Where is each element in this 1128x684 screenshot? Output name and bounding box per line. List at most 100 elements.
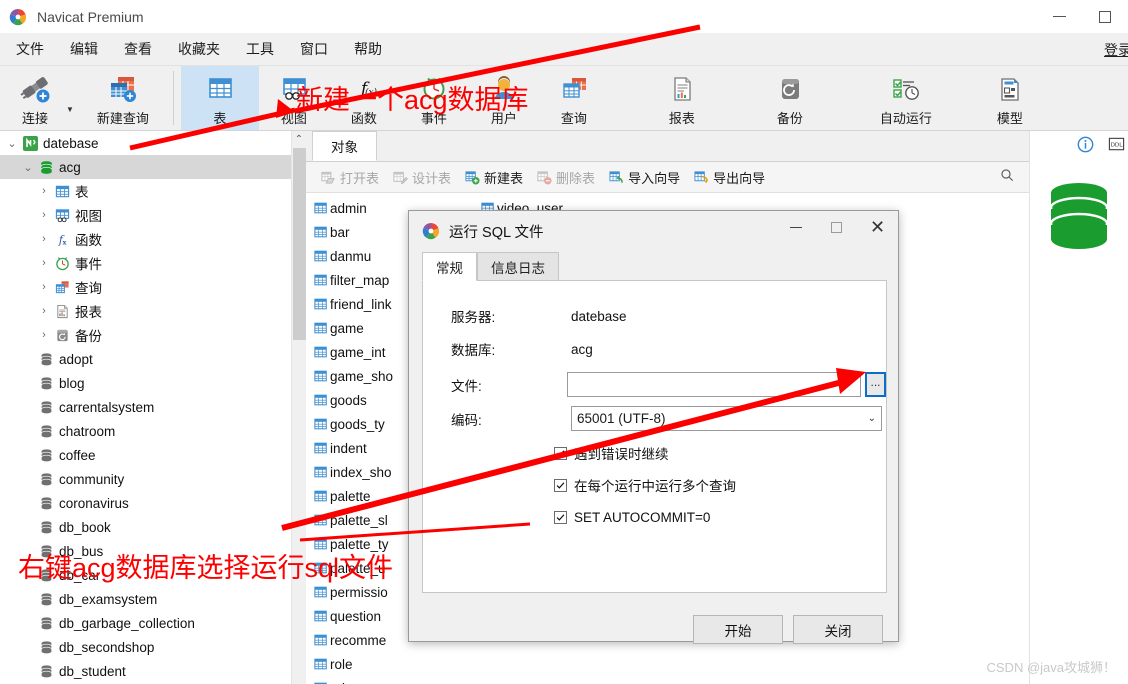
minimize-button[interactable] <box>1036 0 1082 33</box>
tab-objects[interactable]: 对象 <box>312 131 377 161</box>
table-list-item[interactable]: game_sho <box>312 364 398 388</box>
import-wizard-button[interactable]: 导入向导 <box>602 164 687 190</box>
table-list-item[interactable]: index_sho <box>312 460 398 484</box>
tree-database-item[interactable]: db_examsystem <box>0 587 291 611</box>
ribbon-tab-model[interactable]: 模型 <box>975 66 1045 130</box>
browse-file-button[interactable]: ... <box>865 372 886 397</box>
ddl-icon[interactable]: DDL <box>1108 136 1125 156</box>
menu-favorites[interactable]: 收藏夹 <box>165 33 233 66</box>
tree-database-item[interactable]: carrentalsystem <box>0 395 291 419</box>
ribbon-tab-report[interactable]: 报表 <box>645 66 719 130</box>
table-list-item[interactable]: game <box>312 316 398 340</box>
table-list-item[interactable]: bar <box>312 220 398 244</box>
table-list-item[interactable]: game_int <box>312 340 398 364</box>
tree-node-reports[interactable]: › 报表 <box>0 299 291 323</box>
scroll-up-icon[interactable]: ⌃ <box>292 131 306 147</box>
file-input[interactable] <box>566 372 861 397</box>
multiple-queries-checkbox[interactable] <box>554 478 567 492</box>
set-autocommit-checkbox[interactable] <box>554 510 567 524</box>
continue-on-error-checkbox[interactable] <box>554 446 567 460</box>
chevron-right-icon[interactable]: › <box>36 305 52 317</box>
table-list-item[interactable]: palette_sl <box>312 508 398 532</box>
table-list-item[interactable]: role_perm <box>312 676 398 684</box>
menu-view[interactable]: 查看 <box>111 33 165 66</box>
tree-node-events[interactable]: › 事件 <box>0 251 291 275</box>
chevron-down-icon[interactable]: ⌄ <box>20 161 36 174</box>
table-list-item[interactable]: recomme <box>312 628 398 652</box>
start-button[interactable]: 开始 <box>693 615 783 644</box>
tree-database-item[interactable]: db_car <box>0 563 291 587</box>
chevron-right-icon[interactable]: › <box>36 257 52 269</box>
tree-database-item[interactable]: blog <box>0 371 291 395</box>
tree-node-views[interactable]: › 视图 <box>0 203 291 227</box>
chevron-right-icon[interactable]: › <box>36 209 52 221</box>
ribbon-tab-automation[interactable]: 自动运行 <box>861 66 951 130</box>
tree-database-item[interactable]: coffee <box>0 443 291 467</box>
table-list-item[interactable]: permissio <box>312 580 398 604</box>
ribbon-new-query[interactable]: 新建查询 <box>80 66 166 130</box>
table-list-item[interactable]: goods_ty <box>312 412 398 436</box>
tree-database-acg[interactable]: ⌄ acg <box>0 155 291 179</box>
menu-help[interactable]: 帮助 <box>341 33 395 66</box>
new-table-button[interactable]: 新建表 <box>458 164 530 190</box>
table-list-item[interactable]: indent <box>312 436 398 460</box>
menu-edit[interactable]: 编辑 <box>57 33 111 66</box>
ribbon-tab-backup[interactable]: 备份 <box>753 66 827 130</box>
ribbon-tab-function[interactable]: f (x) 函数 <box>329 66 399 130</box>
tree-database-item[interactable]: db_student <box>0 659 291 683</box>
tree-database-item[interactable]: db_bus <box>0 539 291 563</box>
ribbon-tab-event[interactable]: 事件 <box>399 66 469 130</box>
tree-database-item[interactable]: adopt <box>0 347 291 371</box>
continue-on-error-row[interactable]: 遇到错误时继续 <box>554 442 886 464</box>
dialog-tab-message-log[interactable]: 信息日志 <box>477 252 559 281</box>
design-table-button[interactable]: 设计表 <box>386 164 458 190</box>
menu-window[interactable]: 窗口 <box>287 33 341 66</box>
tree-node-functions[interactable]: › fx 函数 <box>0 227 291 251</box>
dialog-close-button[interactable]: ✕ <box>857 211 898 243</box>
export-wizard-button[interactable]: 导出向导 <box>687 164 772 190</box>
tree-database-item[interactable]: db_secondshop <box>0 635 291 659</box>
tree-database-item[interactable]: db_book <box>0 515 291 539</box>
chevron-right-icon[interactable]: › <box>36 329 52 341</box>
menu-file[interactable]: 文件 <box>3 33 57 66</box>
tree-database-item[interactable]: chatroom <box>0 419 291 443</box>
login-link[interactable]: 登录 <box>1104 40 1128 60</box>
ribbon-tab-query[interactable]: 查询 <box>539 66 609 130</box>
ribbon-tab-view[interactable]: 视图 <box>259 66 329 130</box>
dialog-minimize-button[interactable] <box>775 211 816 243</box>
table-list-item[interactable]: role <box>312 652 398 676</box>
scrollbar-thumb[interactable] <box>293 148 306 340</box>
table-list-item[interactable]: question <box>312 604 398 628</box>
tree-scrollbar[interactable]: ⌃ <box>291 131 306 684</box>
table-list-item[interactable]: filter_map <box>312 268 398 292</box>
chevron-down-icon[interactable]: ⌄ <box>4 137 20 150</box>
table-list-item[interactable]: palette <box>312 484 398 508</box>
chevron-right-icon[interactable]: › <box>36 185 52 197</box>
ribbon-tab-user[interactable]: 用户 <box>469 66 539 130</box>
table-list-item[interactable]: palette_u <box>312 556 398 580</box>
table-list-item[interactable]: admin <box>312 196 398 220</box>
ribbon-tab-table[interactable]: 表 <box>180 66 259 130</box>
tree-node-tables[interactable]: › 表 <box>0 179 291 203</box>
table-list-item[interactable]: goods <box>312 388 398 412</box>
tree-database-item[interactable]: coronavirus <box>0 491 291 515</box>
menu-tools[interactable]: 工具 <box>233 33 287 66</box>
maximize-button[interactable] <box>1082 0 1128 33</box>
table-list-item[interactable]: danmu <box>312 244 398 268</box>
set-autocommit-row[interactable]: SET AUTOCOMMIT=0 <box>554 506 886 528</box>
info-circle-icon[interactable] <box>1077 136 1094 156</box>
tree-node-queries[interactable]: › 查询 <box>0 275 291 299</box>
dialog-maximize-button[interactable] <box>816 211 857 243</box>
search-icon[interactable] <box>1000 168 1015 186</box>
multiple-queries-row[interactable]: 在每个运行中运行多个查询 <box>554 474 886 496</box>
tree-database-item[interactable]: community <box>0 467 291 491</box>
delete-table-button[interactable]: 删除表 <box>530 164 602 190</box>
open-table-button[interactable]: 打开表 <box>314 164 386 190</box>
table-list-item[interactable]: friend_link <box>312 292 398 316</box>
ribbon-connection[interactable]: 连接 <box>0 66 70 130</box>
table-list-item[interactable]: palette_ty <box>312 532 398 556</box>
chevron-right-icon[interactable]: › <box>36 233 52 245</box>
dialog-tab-general[interactable]: 常规 <box>422 252 477 281</box>
tree-node-backups[interactable]: › 备份 <box>0 323 291 347</box>
tree-connection-datebase[interactable]: ⌄ datebase <box>0 131 291 155</box>
